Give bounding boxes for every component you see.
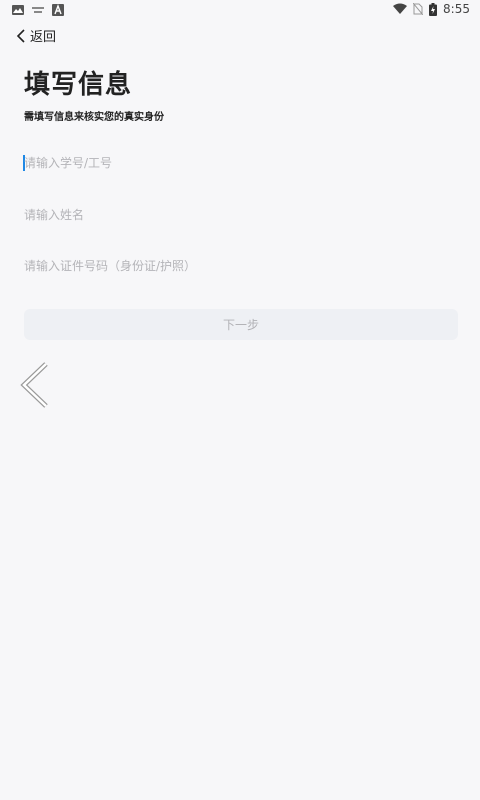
certificate-number-input[interactable] [24,253,456,279]
no-sim-icon [413,3,424,15]
name-input[interactable] [24,202,456,228]
a-icon [52,4,64,16]
student-id-input[interactable] [24,150,456,176]
back-gesture-icon[interactable] [18,360,52,410]
status-bar-left [12,4,64,16]
page-title: 填写信息 [24,70,133,100]
keyboard-icon [32,7,44,13]
back-button[interactable]: 返回 [16,26,56,45]
status-bar: 8:55 [0,0,480,20]
image-icon [12,5,24,15]
battery-icon [429,2,438,16]
page-subtitle: 需填写信息来核实您的真实身份 [24,112,164,123]
back-label: 返回 [30,30,57,45]
status-time: 8:55 [443,2,470,16]
status-bar-right: 8:55 [393,2,470,16]
next-step-button[interactable]: 下一步 [24,309,458,340]
wifi-icon [393,3,408,14]
chevron-left-icon [16,28,25,43]
